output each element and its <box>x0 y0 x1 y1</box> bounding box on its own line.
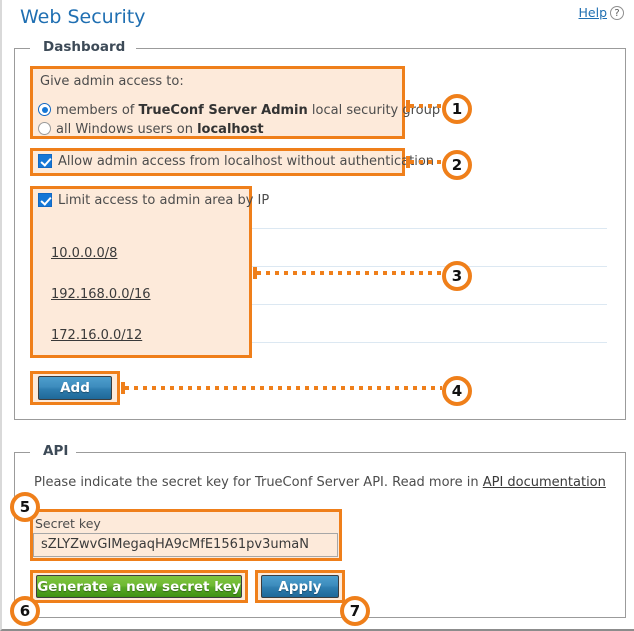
api-description: Please indicate the secret key for TrueC… <box>34 475 606 490</box>
radio-label-prefix: all Windows users on <box>56 122 198 137</box>
dashboard-legend: Dashboard <box>37 39 132 55</box>
checkbox-allow-localhost-label: Allow admin access from localhost withou… <box>58 154 435 169</box>
help-link[interactable]: Help <box>579 5 608 20</box>
radio-option-all-windows-users[interactable]: all Windows users on localhost <box>38 122 264 137</box>
callout-badge-6: 6 <box>10 596 40 626</box>
connector-line-1 <box>410 104 442 108</box>
api-description-text: Please indicate the secret key for TrueC… <box>34 475 483 490</box>
add-button[interactable]: Add <box>38 376 112 400</box>
help-link-group[interactable]: Help ? <box>579 5 624 20</box>
radio-label-bold: TrueConf Server Admin <box>138 103 308 118</box>
radio-selected-icon[interactable] <box>38 103 51 116</box>
callout-badge-1: 1 <box>442 94 472 124</box>
question-circle-icon[interactable]: ? <box>610 5 624 20</box>
callout-badge-4: 4 <box>442 376 472 406</box>
secret-key-input[interactable]: sZLYZwvGIMegaqHA9cMfE1561pv3umaN <box>33 533 338 557</box>
connector-line-3 <box>257 271 442 275</box>
callout-badge-7: 7 <box>340 596 370 626</box>
fieldset-border-right <box>136 48 626 49</box>
ip-link[interactable]: 192.168.0.0/16 <box>51 287 151 302</box>
ip-link-overlay[interactable]: 10.0.0.0/8 <box>51 246 117 261</box>
generate-secret-key-button[interactable]: Generate a new secret key <box>36 575 242 598</box>
api-documentation-link[interactable]: API documentation <box>483 475 606 490</box>
ip-link-overlay[interactable]: 192.168.0.0/16 <box>51 287 151 302</box>
callout-badge-5: 5 <box>10 492 40 522</box>
fieldset-border-left <box>14 452 30 453</box>
connector-line-4 <box>125 386 442 390</box>
ip-link-overlay[interactable]: 172.16.0.0/12 <box>51 328 142 343</box>
page-root: Web Security Help ? Dashboard Give admin… <box>0 0 634 631</box>
admin-access-label: Give admin access to: <box>40 74 184 89</box>
checkbox-checked-icon[interactable] <box>38 154 52 168</box>
ip-link[interactable]: 10.0.0.0/8 <box>51 246 117 261</box>
ip-link[interactable]: 172.16.0.0/12 <box>51 328 142 343</box>
checkbox-checked-icon[interactable] <box>38 193 52 207</box>
radio-label-prefix: members of <box>56 103 139 118</box>
checkbox-limit-ip-label: Limit access to admin area by IP <box>58 193 270 208</box>
api-legend: API <box>37 443 75 459</box>
radio-option-group-members[interactable]: members of TrueConf Server Admin local s… <box>38 103 440 118</box>
callout-badge-2: 2 <box>442 150 472 180</box>
checkbox-limit-ip[interactable]: Limit access to admin area by IP <box>38 193 269 208</box>
fieldset-border-left <box>14 48 30 49</box>
page-header: Web Security Help ? <box>2 0 634 38</box>
secret-key-label: Secret key <box>35 516 101 531</box>
checkbox-allow-localhost[interactable]: Allow admin access from localhost withou… <box>38 154 434 169</box>
radio-label-bold: localhost <box>197 122 264 137</box>
callout-badge-3: 3 <box>442 261 472 291</box>
page-title: Web Security <box>20 6 146 28</box>
connector-line-2 <box>410 160 442 164</box>
apply-button[interactable]: Apply <box>261 575 339 598</box>
radio-unselected-icon[interactable] <box>38 122 51 135</box>
fieldset-border-right <box>76 452 626 453</box>
